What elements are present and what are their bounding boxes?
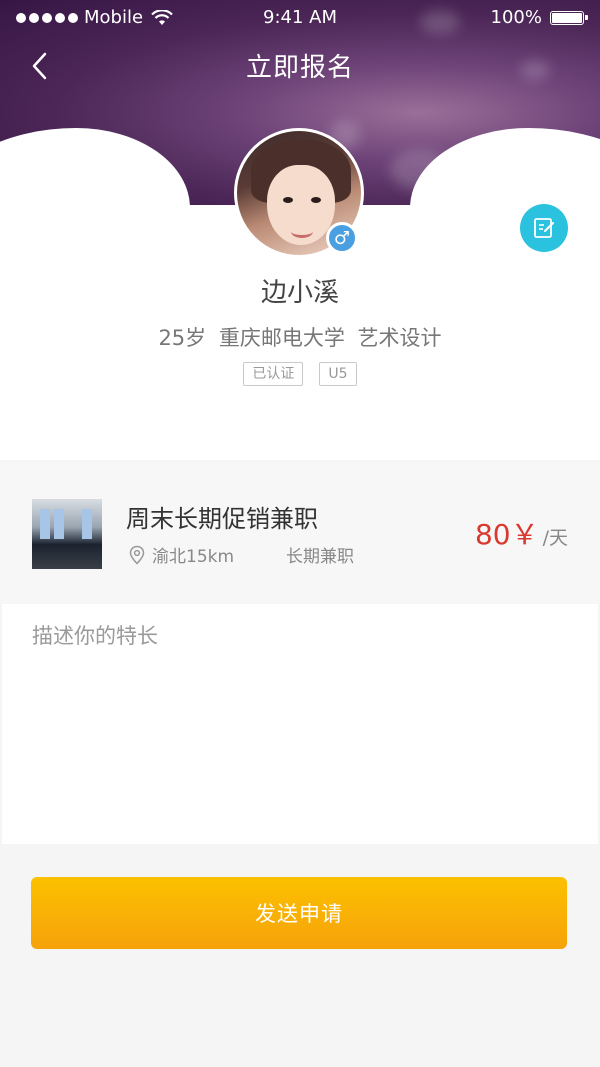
thumb-window bbox=[40, 509, 50, 539]
job-type: 长期兼职 bbox=[286, 547, 355, 567]
user-major: 艺术设计 bbox=[357, 326, 442, 350]
job-thumbnail bbox=[32, 499, 102, 569]
avatar-eye bbox=[283, 197, 293, 203]
status-bar: Mobile 9:41 AM 100% bbox=[0, 0, 600, 36]
job-meta: 渝北15km 长期兼职 bbox=[128, 542, 354, 567]
job-price: 80￥ /天 bbox=[475, 513, 568, 553]
avatar-eye bbox=[311, 197, 321, 203]
thumb-window bbox=[82, 509, 92, 539]
job-card[interactable]: 周末长期促销兼职 渝北15km 长期兼职 80￥ /天 bbox=[0, 463, 600, 603]
edit-icon bbox=[534, 218, 554, 238]
user-name: 边小溪 bbox=[260, 278, 339, 308]
thumb-window bbox=[54, 509, 64, 539]
user-info: 25岁 重庆邮电大学 艺术设计 bbox=[0, 322, 600, 352]
level-tag: U5 bbox=[319, 362, 357, 386]
description-section bbox=[2, 604, 598, 844]
user-tags: 已认证 U5 bbox=[0, 362, 600, 386]
submit-application-button[interactable]: 发送申请 bbox=[31, 877, 567, 949]
hero-curve-right bbox=[410, 128, 600, 205]
battery-icon bbox=[550, 10, 588, 25]
location-pin-icon bbox=[129, 545, 145, 565]
price-value: 80￥ bbox=[474, 518, 539, 551]
avatar-smile bbox=[291, 225, 313, 238]
edit-profile-button[interactable] bbox=[520, 204, 568, 252]
job-location: 渝北15km bbox=[152, 547, 235, 567]
battery-label: 100% bbox=[490, 7, 542, 28]
gender-male-icon: ♂ bbox=[326, 222, 358, 254]
description-input[interactable] bbox=[32, 620, 572, 830]
status-right: 100% bbox=[490, 7, 588, 28]
page-title: 立即报名 bbox=[245, 53, 354, 83]
price-unit: /天 bbox=[542, 527, 568, 549]
hero-curve-left bbox=[0, 128, 190, 205]
user-school: 重庆邮电大学 bbox=[218, 326, 345, 350]
battery-level bbox=[552, 12, 582, 23]
job-title: 周末长期促销兼职 bbox=[126, 505, 318, 533]
verified-tag: 已认证 bbox=[243, 362, 304, 386]
user-age: 25岁 bbox=[158, 326, 207, 350]
